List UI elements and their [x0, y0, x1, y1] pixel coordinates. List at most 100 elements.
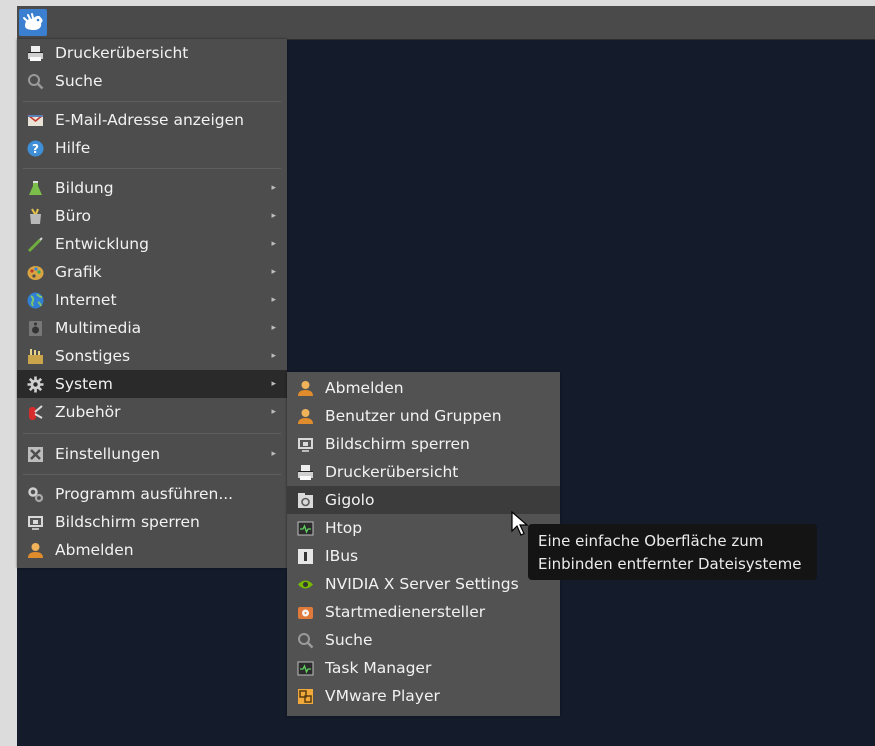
search-icon: [298, 633, 314, 649]
mouse-pointer-icon: [511, 511, 529, 536]
menu-item-label: Sonstiges: [55, 347, 131, 365]
logout-icon: [28, 543, 43, 558]
menu-item-label: Bildung: [55, 179, 114, 197]
nvidia-icon: [298, 580, 313, 589]
menu-item-label: Zubehör: [55, 403, 121, 421]
submenu-item-task-manager[interactable]: Task Manager: [287, 654, 560, 682]
applications-menu: Druckerübersicht Suche E-Mail-Adresse an…: [17, 39, 287, 568]
menu-item-buro[interactable]: Büro ▸: [17, 202, 287, 230]
submenu-arrow-icon: ▸: [271, 449, 276, 459]
submenu-item-suche[interactable]: Suche: [287, 626, 560, 654]
menu-item-sonstiges[interactable]: Sonstiges ▸: [17, 342, 287, 370]
submenu-item-druckerubersicht[interactable]: Druckerübersicht: [287, 458, 560, 486]
search-icon: [28, 74, 44, 90]
menu-item-einstellungen[interactable]: Einstellungen ▸: [17, 440, 287, 468]
submenu-arrow-icon: ▸: [271, 267, 276, 277]
submenu-item-label: Gigolo: [325, 491, 375, 509]
help-icon: ?: [27, 140, 44, 157]
submenu-arrow-icon: ▸: [271, 351, 276, 361]
menu-item-label: System: [55, 375, 113, 393]
submenu-item-bildschirm-sperren[interactable]: Bildschirm sperren: [287, 430, 560, 458]
submenu-arrow-icon: ▸: [271, 295, 276, 305]
menu-item-suche[interactable]: Suche: [17, 67, 287, 95]
multimedia-icon: [29, 321, 42, 336]
menu-item-internet[interactable]: Internet ▸: [17, 286, 287, 314]
submenu-arrow-icon: ▸: [271, 323, 276, 333]
menu-item-label: Abmelden: [55, 541, 134, 559]
menu-item-bildung[interactable]: Bildung ▸: [17, 174, 287, 202]
printer-icon: [28, 46, 43, 61]
menu-separator: [23, 101, 281, 102]
menu-item-label: Internet: [55, 291, 117, 309]
svg-text:?: ?: [32, 142, 39, 156]
submenu-arrow-icon: ▸: [271, 239, 276, 249]
submenu-item-label: Startmedienersteller: [325, 603, 486, 621]
applications-menu-button[interactable]: [19, 9, 47, 36]
menu-item-label: Entwicklung: [55, 235, 149, 253]
menu-item-label: E-Mail-Adresse anzeigen: [55, 111, 244, 129]
development-icon: [27, 237, 43, 253]
menu-item-druckerubersicht[interactable]: Druckerübersicht: [17, 39, 287, 67]
menu-separator: [23, 168, 281, 169]
submenu-item-abmelden[interactable]: Abmelden: [287, 374, 560, 402]
education-icon: [29, 181, 42, 195]
submenu-item-label: NVIDIA X Server Settings: [325, 575, 519, 593]
menu-item-label: Multimedia: [55, 319, 142, 337]
submenu-item-label: Bildschirm sperren: [325, 435, 470, 453]
menu-item-bildschirm-sperren[interactable]: Bildschirm sperren: [17, 508, 287, 536]
menu-item-label: Einstellungen: [55, 445, 161, 463]
task-manager-icon: [297, 661, 314, 676]
menu-item-label: Bildschirm sperren: [55, 513, 200, 531]
tooltip-line: Einbinden entfernter Dateisysteme: [538, 555, 802, 573]
users-icon: [298, 409, 313, 424]
xfce-mouse-icon: [23, 13, 43, 30]
submenu-item-label: VMware Player: [325, 687, 440, 705]
terminal-monitor-icon: [297, 521, 314, 536]
ibus-icon: [298, 549, 313, 564]
submenu-item-label: Druckerübersicht: [325, 463, 459, 481]
menu-separator: [23, 474, 281, 475]
menu-item-abmelden[interactable]: Abmelden: [17, 536, 287, 564]
menu-item-multimedia[interactable]: Multimedia ▸: [17, 314, 287, 342]
menu-item-label: Druckerübersicht: [55, 44, 189, 62]
desktop: Druckerübersicht Suche E-Mail-Adresse an…: [17, 6, 875, 746]
printer-icon: [298, 465, 313, 480]
settings-icon: [28, 447, 43, 462]
vmware-icon: [298, 689, 313, 704]
tooltip-line: Eine einfache Oberfläche zum: [538, 532, 764, 550]
menu-item-label: Programm ausführen...: [55, 485, 234, 503]
misc-icon: [28, 349, 43, 364]
globe-icon: [27, 292, 44, 309]
menu-item-hilfe[interactable]: ? Hilfe: [17, 134, 287, 162]
accessories-icon: [29, 405, 43, 420]
submenu-item-startmedienersteller[interactable]: Startmedienersteller: [287, 598, 560, 626]
system-submenu: Abmelden Benutzer und Gruppen Bildschirm…: [287, 372, 560, 716]
menu-item-system[interactable]: System ▸: [17, 370, 287, 398]
menu-item-zubehor[interactable]: Zubehör ▸: [17, 398, 287, 426]
menu-item-programm-ausfuhren[interactable]: Programm ausführen...: [17, 480, 287, 508]
gigolo-icon: [298, 493, 313, 508]
submenu-item-label: Benutzer und Gruppen: [325, 407, 502, 425]
run-program-icon: [28, 487, 44, 503]
submenu-item-label: Suche: [325, 631, 373, 649]
menu-item-grafik[interactable]: Grafik ▸: [17, 258, 287, 286]
menu-item-label: Büro: [55, 207, 91, 225]
submenu-item-nvidia[interactable]: NVIDIA X Server Settings: [287, 570, 560, 598]
graphics-icon: [27, 266, 44, 280]
menu-item-label: Hilfe: [55, 139, 91, 157]
menu-item-label: Grafik: [55, 263, 102, 281]
menu-item-label: Suche: [55, 72, 103, 90]
submenu-arrow-icon: ▸: [271, 211, 276, 221]
submenu-item-label: IBus: [325, 547, 359, 565]
submenu-item-vmware[interactable]: VMware Player: [287, 682, 560, 710]
submenu-item-gigolo[interactable]: Gigolo: [287, 486, 560, 514]
menu-separator: [23, 433, 281, 434]
submenu-item-ibus[interactable]: IBus: [287, 542, 560, 570]
tooltip: Eine einfache Oberfläche zum Einbinden e…: [528, 524, 817, 580]
menu-item-entwicklung[interactable]: Entwicklung ▸: [17, 230, 287, 258]
submenu-arrow-icon: ▸: [271, 183, 276, 193]
logout-icon: [298, 381, 313, 396]
submenu-item-label: Htop: [325, 519, 363, 537]
submenu-item-benutzer-gruppen[interactable]: Benutzer und Gruppen: [287, 402, 560, 430]
menu-item-email-adresse[interactable]: E-Mail-Adresse anzeigen: [17, 106, 287, 134]
